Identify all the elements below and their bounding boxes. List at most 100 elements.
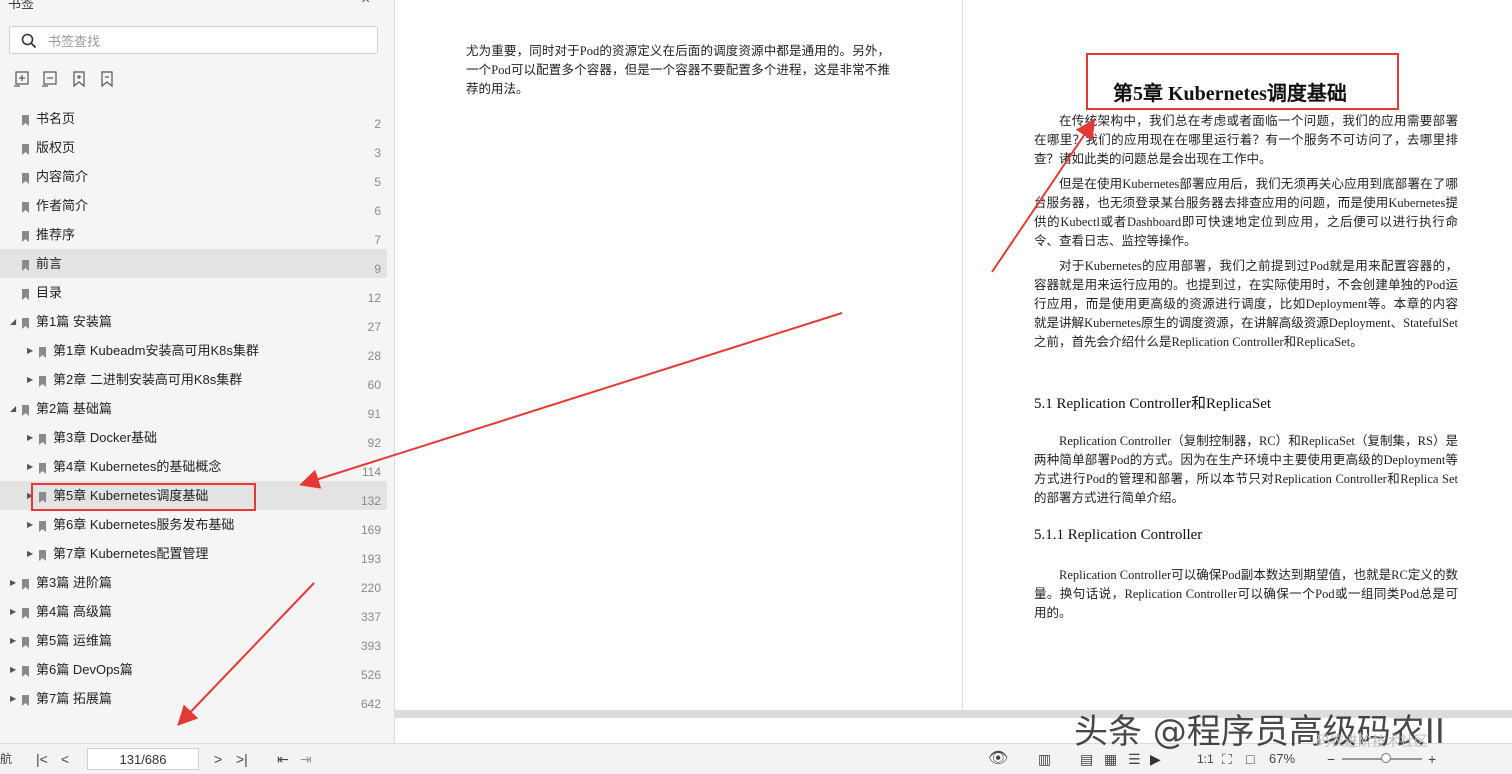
annotation-highlight-box: [31, 483, 256, 511]
forward-icon[interactable]: ⇥: [300, 744, 312, 774]
expand-arrow-icon[interactable]: ▶: [27, 423, 33, 452]
bookmark-list: 书名页 2 版权页 3 内容简介 5 作者简介 6 推荐序 7 前言 9 目录 12 ◢ 第1篇 安装篇 27 ▶…: [0, 104, 387, 713]
nav-label[interactable]: 航: [0, 744, 12, 774]
bookmark-item[interactable]: ▶ 第5篇 运维篇 393: [0, 626, 387, 655]
bookmark-label: 书名页: [36, 111, 76, 126]
bookmark-label: 第2章 二进制安装高可用K8s集群: [53, 372, 243, 387]
bookmark-item[interactable]: ▶ 第4章 Kubernetes的基础概念 114: [0, 452, 387, 481]
bookmark-icon: [22, 577, 29, 590]
bookmark-item[interactable]: ▶ 第7篇 拓展篇 642: [0, 684, 387, 713]
bookmark-icon: [22, 142, 29, 155]
expand-arrow-icon[interactable]: ▶: [10, 684, 16, 713]
bookmark-label: 第3章 Docker基础: [53, 430, 158, 445]
remove-bookmark-icon[interactable]: [98, 70, 116, 88]
expand-arrow-icon[interactable]: ▶: [10, 597, 16, 626]
bookmark-item[interactable]: ◢ 第2篇 基础篇 91: [0, 394, 387, 423]
back-icon[interactable]: ⇤: [277, 744, 289, 774]
bookmark-item[interactable]: ▶ 第3章 Docker基础 92: [0, 423, 387, 452]
bookmark-icon: [22, 693, 29, 706]
bookmark-label: 推荐序: [36, 227, 76, 242]
bookmark-item[interactable]: ▶ 第6篇 DevOps篇 526: [0, 655, 387, 684]
add-bookmark-icon[interactable]: [70, 70, 88, 88]
bookmark-icon: [22, 171, 29, 184]
expand-arrow-icon[interactable]: ▶: [10, 655, 16, 684]
bookmark-item[interactable]: ▶ 第2章 二进制安装高可用K8s集群 60: [0, 365, 387, 394]
bookmark-item[interactable]: ▶ 第1章 Kubeadm安装高可用K8s集群 28: [0, 336, 387, 365]
zoom-slider-knob[interactable]: [1381, 753, 1391, 763]
bookmark-item[interactable]: ▶ 第4篇 高级篇 337: [0, 597, 387, 626]
bookmark-item[interactable]: 前言 9: [0, 249, 387, 278]
bookmark-item[interactable]: 推荐序 7: [0, 220, 387, 249]
bookmark-label: 第4章 Kubernetes的基础概念: [53, 459, 222, 474]
bookmark-icon: [22, 664, 29, 677]
next-page-icon[interactable]: >: [214, 744, 222, 774]
bookmark-icon: [22, 287, 29, 300]
bookmark-label: 第7篇 拓展篇: [36, 691, 112, 706]
expand-arrow-icon[interactable]: ▶: [27, 539, 33, 568]
prev-page-icon[interactable]: <: [61, 744, 69, 774]
bookmark-label: 第2篇 基础篇: [36, 401, 112, 416]
bookmark-item[interactable]: ▶ 第3篇 进阶篇 220: [0, 568, 387, 597]
paragraph-3: 对于Kubernetes的应用部署，我们之前提到过Pod就是用来配置容器的，容器…: [1034, 259, 1458, 349]
paragraph-2: 但是在使用Kubernetes部署应用后，我们无须再关心应用到底部署在了哪台服务…: [1034, 177, 1458, 248]
expand-arrow-icon[interactable]: ▶: [10, 568, 16, 597]
expand-arrow-icon[interactable]: ▶: [27, 510, 33, 539]
bookmark-icon: [39, 519, 46, 532]
bookmark-label: 第3篇 进阶篇: [36, 575, 112, 590]
bookmark-item[interactable]: 作者简介 6: [0, 191, 387, 220]
bookmark-label: 作者简介: [36, 198, 89, 213]
bookmark-icon: [22, 316, 29, 329]
zoom-slider[interactable]: [1342, 753, 1422, 763]
expand-all-icon[interactable]: [14, 70, 32, 88]
bookmark-icon: [39, 548, 46, 561]
bookmark-icon: [22, 113, 29, 126]
bookmark-label: 目录: [36, 285, 63, 300]
bookmark-item[interactable]: 内容简介 5: [0, 162, 387, 191]
eye-mode-icon[interactable]: 👁: [988, 744, 1008, 774]
bookmark-label: 内容简介: [36, 169, 89, 184]
bookmark-icon: [39, 345, 46, 358]
bookmark-icon: [22, 606, 29, 619]
bookmark-label: 第5篇 运维篇: [36, 633, 112, 648]
single-page-icon[interactable]: ▥: [1038, 744, 1051, 774]
bookmark-icon: [22, 635, 29, 648]
bookmark-item[interactable]: 书名页 2: [0, 104, 387, 133]
expand-arrow-icon[interactable]: ▶: [27, 452, 33, 481]
section-heading-5-1-1: 5.1.1 Replication Controller: [1034, 527, 1203, 543]
collapse-all-icon[interactable]: [42, 70, 60, 88]
bookmark-icon: [22, 200, 29, 213]
document-viewer: 尤为重要，同时对于Pod的资源定义在后面的调度资源中都是通用的。另外，一个Pod…: [395, 0, 1512, 743]
expand-arrow-icon[interactable]: ▶: [27, 365, 33, 394]
collapse-arrow-icon[interactable]: ◢: [10, 394, 16, 423]
expand-arrow-icon[interactable]: ▶: [10, 626, 16, 655]
close-icon[interactable]: ×: [361, 0, 370, 9]
bookmark-item[interactable]: ▶ 第7章 Kubernetes配置管理 193: [0, 539, 387, 568]
bookmark-label: 第1章 Kubeadm安装高可用K8s集群: [53, 343, 259, 358]
bookmark-item[interactable]: 目录 12: [0, 278, 387, 307]
first-page-icon[interactable]: |<: [36, 744, 48, 774]
bookmark-page-number: 642: [360, 697, 381, 711]
search-input[interactable]: [46, 30, 370, 52]
paragraph-1: 在传统架构中，我们总在考虑或者面临一个问题，我们的应用需要部署在哪里？我们的应用…: [1034, 114, 1458, 166]
bookmark-icon: [39, 432, 46, 445]
bookmark-item[interactable]: ▶ 第6章 Kubernetes服务发布基础 169: [0, 510, 387, 539]
bookmark-icon: [22, 229, 29, 242]
bookmark-search[interactable]: [9, 26, 378, 54]
last-page-icon[interactable]: >|: [236, 744, 248, 774]
bookmark-item[interactable]: 版权页 3: [0, 133, 387, 162]
bookmark-label: 版权页: [36, 140, 76, 155]
bookmark-label: 前言: [36, 256, 63, 271]
collapse-arrow-icon[interactable]: ◢: [10, 307, 16, 336]
expand-arrow-icon[interactable]: ▶: [27, 336, 33, 365]
page-number-input[interactable]: [87, 748, 199, 770]
bookmark-icon: [39, 461, 46, 474]
bookmark-icon: [22, 403, 29, 416]
bookmark-icon: [22, 258, 29, 271]
paragraph-4: Replication Controller（复制控制器，RC）和Replica…: [1034, 434, 1458, 505]
bookmark-label: 第1篇 安装篇: [36, 314, 112, 329]
panel-title: 书签: [8, 0, 35, 11]
bookmark-panel: 书签 × 书名页2版权页3内容简介5作者简介6推荐序7前言9目录12◢第1篇 安…: [0, 0, 395, 743]
bookmark-item[interactable]: ◢ 第1篇 安装篇 27: [0, 307, 387, 336]
left-page-paragraph: 尤为重要，同时对于Pod的资源定义在后面的调度资源中都是通用的。另外，一个Pod…: [466, 44, 890, 96]
bookmark-icon: [39, 374, 46, 387]
